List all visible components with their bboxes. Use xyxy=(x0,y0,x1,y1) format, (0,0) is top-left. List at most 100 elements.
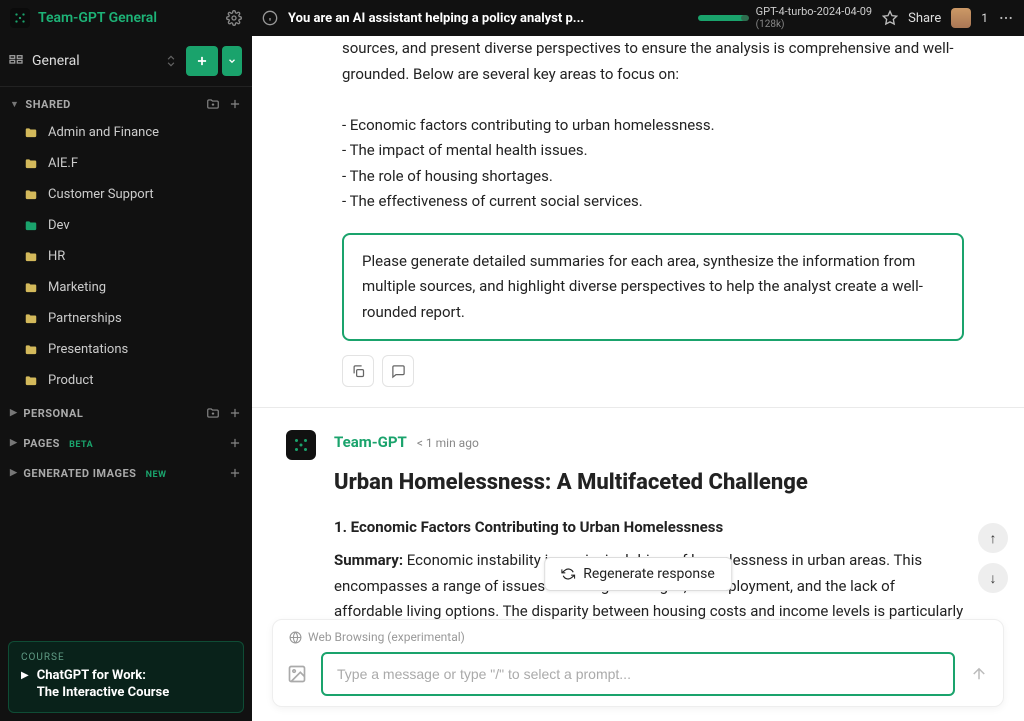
play-icon: ▶ xyxy=(21,670,29,681)
add-icon[interactable] xyxy=(228,436,242,450)
nav-scroll[interactable]: ▼ SHARED Admin and Finance AIE.F Custome… xyxy=(0,87,252,633)
add-icon[interactable] xyxy=(228,406,242,420)
folder-label: Marketing xyxy=(48,280,106,295)
folder-icon xyxy=(24,312,38,326)
globe-icon xyxy=(289,631,302,644)
new-chat-dropdown[interactable] xyxy=(222,46,242,76)
assistant-name: Team-GPT xyxy=(334,430,407,456)
folder-icon xyxy=(24,157,38,171)
folder-label: Admin and Finance xyxy=(48,125,159,140)
scroll-buttons: ↑ ↓ xyxy=(978,523,1008,593)
model-context: (128k) xyxy=(756,19,872,31)
folder-item[interactable]: Customer Support xyxy=(0,179,252,210)
main: You are an AI assistant helping a policy… xyxy=(252,0,1024,721)
section-generated-images[interactable]: ▶ GENERATED IMAGES NEW xyxy=(0,456,252,486)
folder-icon xyxy=(24,188,38,202)
new-chat-button[interactable] xyxy=(186,46,218,76)
folder-icon xyxy=(24,250,38,264)
caret-down-icon: ▼ xyxy=(10,99,19,110)
folder-icon xyxy=(24,219,38,233)
folder-icon xyxy=(24,281,38,295)
prompt-text: sources, and present diverse perspective… xyxy=(342,36,964,87)
user-message: sources, and present diverse perspective… xyxy=(252,36,1024,387)
prompt-bullet: - The impact of mental health issues. xyxy=(342,138,964,164)
comment-button[interactable] xyxy=(382,355,414,387)
message-input[interactable] xyxy=(321,652,955,696)
model-info[interactable]: GPT-4-turbo-2024-04-09 (128k) xyxy=(756,6,872,30)
course-card[interactable]: COURSE ▶ ChatGPT for Work: The Interacti… xyxy=(8,641,244,713)
scroll-down-button[interactable]: ↓ xyxy=(978,563,1008,593)
sidebar: Team-GPT General General ▼ SHARED xyxy=(0,0,252,721)
folder-item[interactable]: Marketing xyxy=(0,272,252,303)
workspace-label: General xyxy=(32,53,156,69)
app-logo xyxy=(10,8,30,28)
folder-label: Dev xyxy=(48,218,70,233)
folder-icon xyxy=(24,374,38,388)
user-avatar[interactable] xyxy=(951,8,971,28)
folder-item[interactable]: Dev xyxy=(0,210,252,241)
folder-item[interactable]: Presentations xyxy=(0,334,252,365)
send-button[interactable] xyxy=(965,665,993,683)
input-mode[interactable]: Web Browsing (experimental) xyxy=(283,628,993,652)
model-name: GPT-4-turbo-2024-04-09 xyxy=(756,6,872,19)
section-personal[interactable]: ▶ PERSONAL xyxy=(0,396,252,426)
copy-button[interactable] xyxy=(342,355,374,387)
response-section-heading: 1. Economic Factors Contributing to Urba… xyxy=(334,515,964,541)
new-folder-icon[interactable] xyxy=(206,97,220,111)
course-eyebrow: COURSE xyxy=(21,652,231,663)
assistant-time: < 1 min ago xyxy=(417,433,479,453)
prompt-bullet: - The role of housing shortages. xyxy=(342,164,964,190)
add-icon[interactable] xyxy=(228,97,242,111)
message-actions xyxy=(342,355,964,387)
caret-right-icon: ▶ xyxy=(10,408,17,418)
avatar-count: 1 xyxy=(981,11,988,25)
section-shared-label: SHARED xyxy=(25,98,206,111)
regenerate-label: Regenerate response xyxy=(583,566,715,582)
beta-badge: BETA xyxy=(69,440,93,450)
folder-icon xyxy=(24,343,38,357)
folder-label: Presentations xyxy=(48,342,128,357)
section-personal-label: PERSONAL xyxy=(23,407,206,420)
folder-label: AIE.F xyxy=(48,156,78,171)
settings-icon[interactable] xyxy=(226,10,242,26)
new-folder-icon[interactable] xyxy=(206,406,220,420)
folder-item[interactable]: AIE.F xyxy=(0,148,252,179)
new-badge: NEW xyxy=(146,470,167,480)
folder-item[interactable]: HR xyxy=(0,241,252,272)
response-title: Urban Homelessness: A Multifaceted Chall… xyxy=(334,464,964,501)
prompt-bullet: - The effectiveness of current social se… xyxy=(342,189,964,215)
folder-item[interactable]: Partnerships xyxy=(0,303,252,334)
info-icon[interactable] xyxy=(262,10,278,26)
caret-right-icon: ▶ xyxy=(10,468,17,478)
folder-item[interactable]: Product xyxy=(0,365,252,396)
assistant-avatar xyxy=(286,430,316,460)
folder-label: Product xyxy=(48,373,93,388)
input-mode-label: Web Browsing (experimental) xyxy=(308,630,465,644)
chat-title: You are an AI assistant helping a policy… xyxy=(288,11,584,26)
attach-image-button[interactable] xyxy=(283,664,311,684)
section-pages[interactable]: ▶ PAGES BETA xyxy=(0,426,252,456)
sidebar-top: Team-GPT General xyxy=(0,0,252,36)
workspace-expand-icon[interactable] xyxy=(164,54,178,68)
scroll-up-button[interactable]: ↑ xyxy=(978,523,1008,553)
more-icon[interactable] xyxy=(998,10,1014,26)
summary-label: Summary: xyxy=(334,551,403,569)
context-usage-bar xyxy=(698,15,746,21)
regenerate-button[interactable]: Regenerate response xyxy=(544,557,732,591)
folder-label: HR xyxy=(48,249,65,264)
workspace-selector[interactable]: General xyxy=(0,36,252,87)
share-button[interactable]: Share xyxy=(908,11,941,26)
app-title: Team-GPT General xyxy=(38,10,218,26)
folder-item[interactable]: Admin and Finance xyxy=(0,117,252,148)
folder-label: Partnerships xyxy=(48,311,122,326)
section-genimg-label: GENERATED IMAGES NEW xyxy=(23,467,228,480)
prompt-bullet: - Economic factors contributing to urban… xyxy=(342,113,964,139)
workspace-icon xyxy=(8,53,24,69)
add-icon[interactable] xyxy=(228,466,242,480)
refresh-icon xyxy=(561,567,575,581)
section-shared[interactable]: ▼ SHARED xyxy=(0,87,252,117)
star-icon[interactable] xyxy=(882,10,898,26)
input-container: Web Browsing (experimental) xyxy=(272,619,1004,707)
prompt-highlight: Please generate detailed summaries for e… xyxy=(342,233,964,342)
main-header: You are an AI assistant helping a policy… xyxy=(252,0,1024,36)
